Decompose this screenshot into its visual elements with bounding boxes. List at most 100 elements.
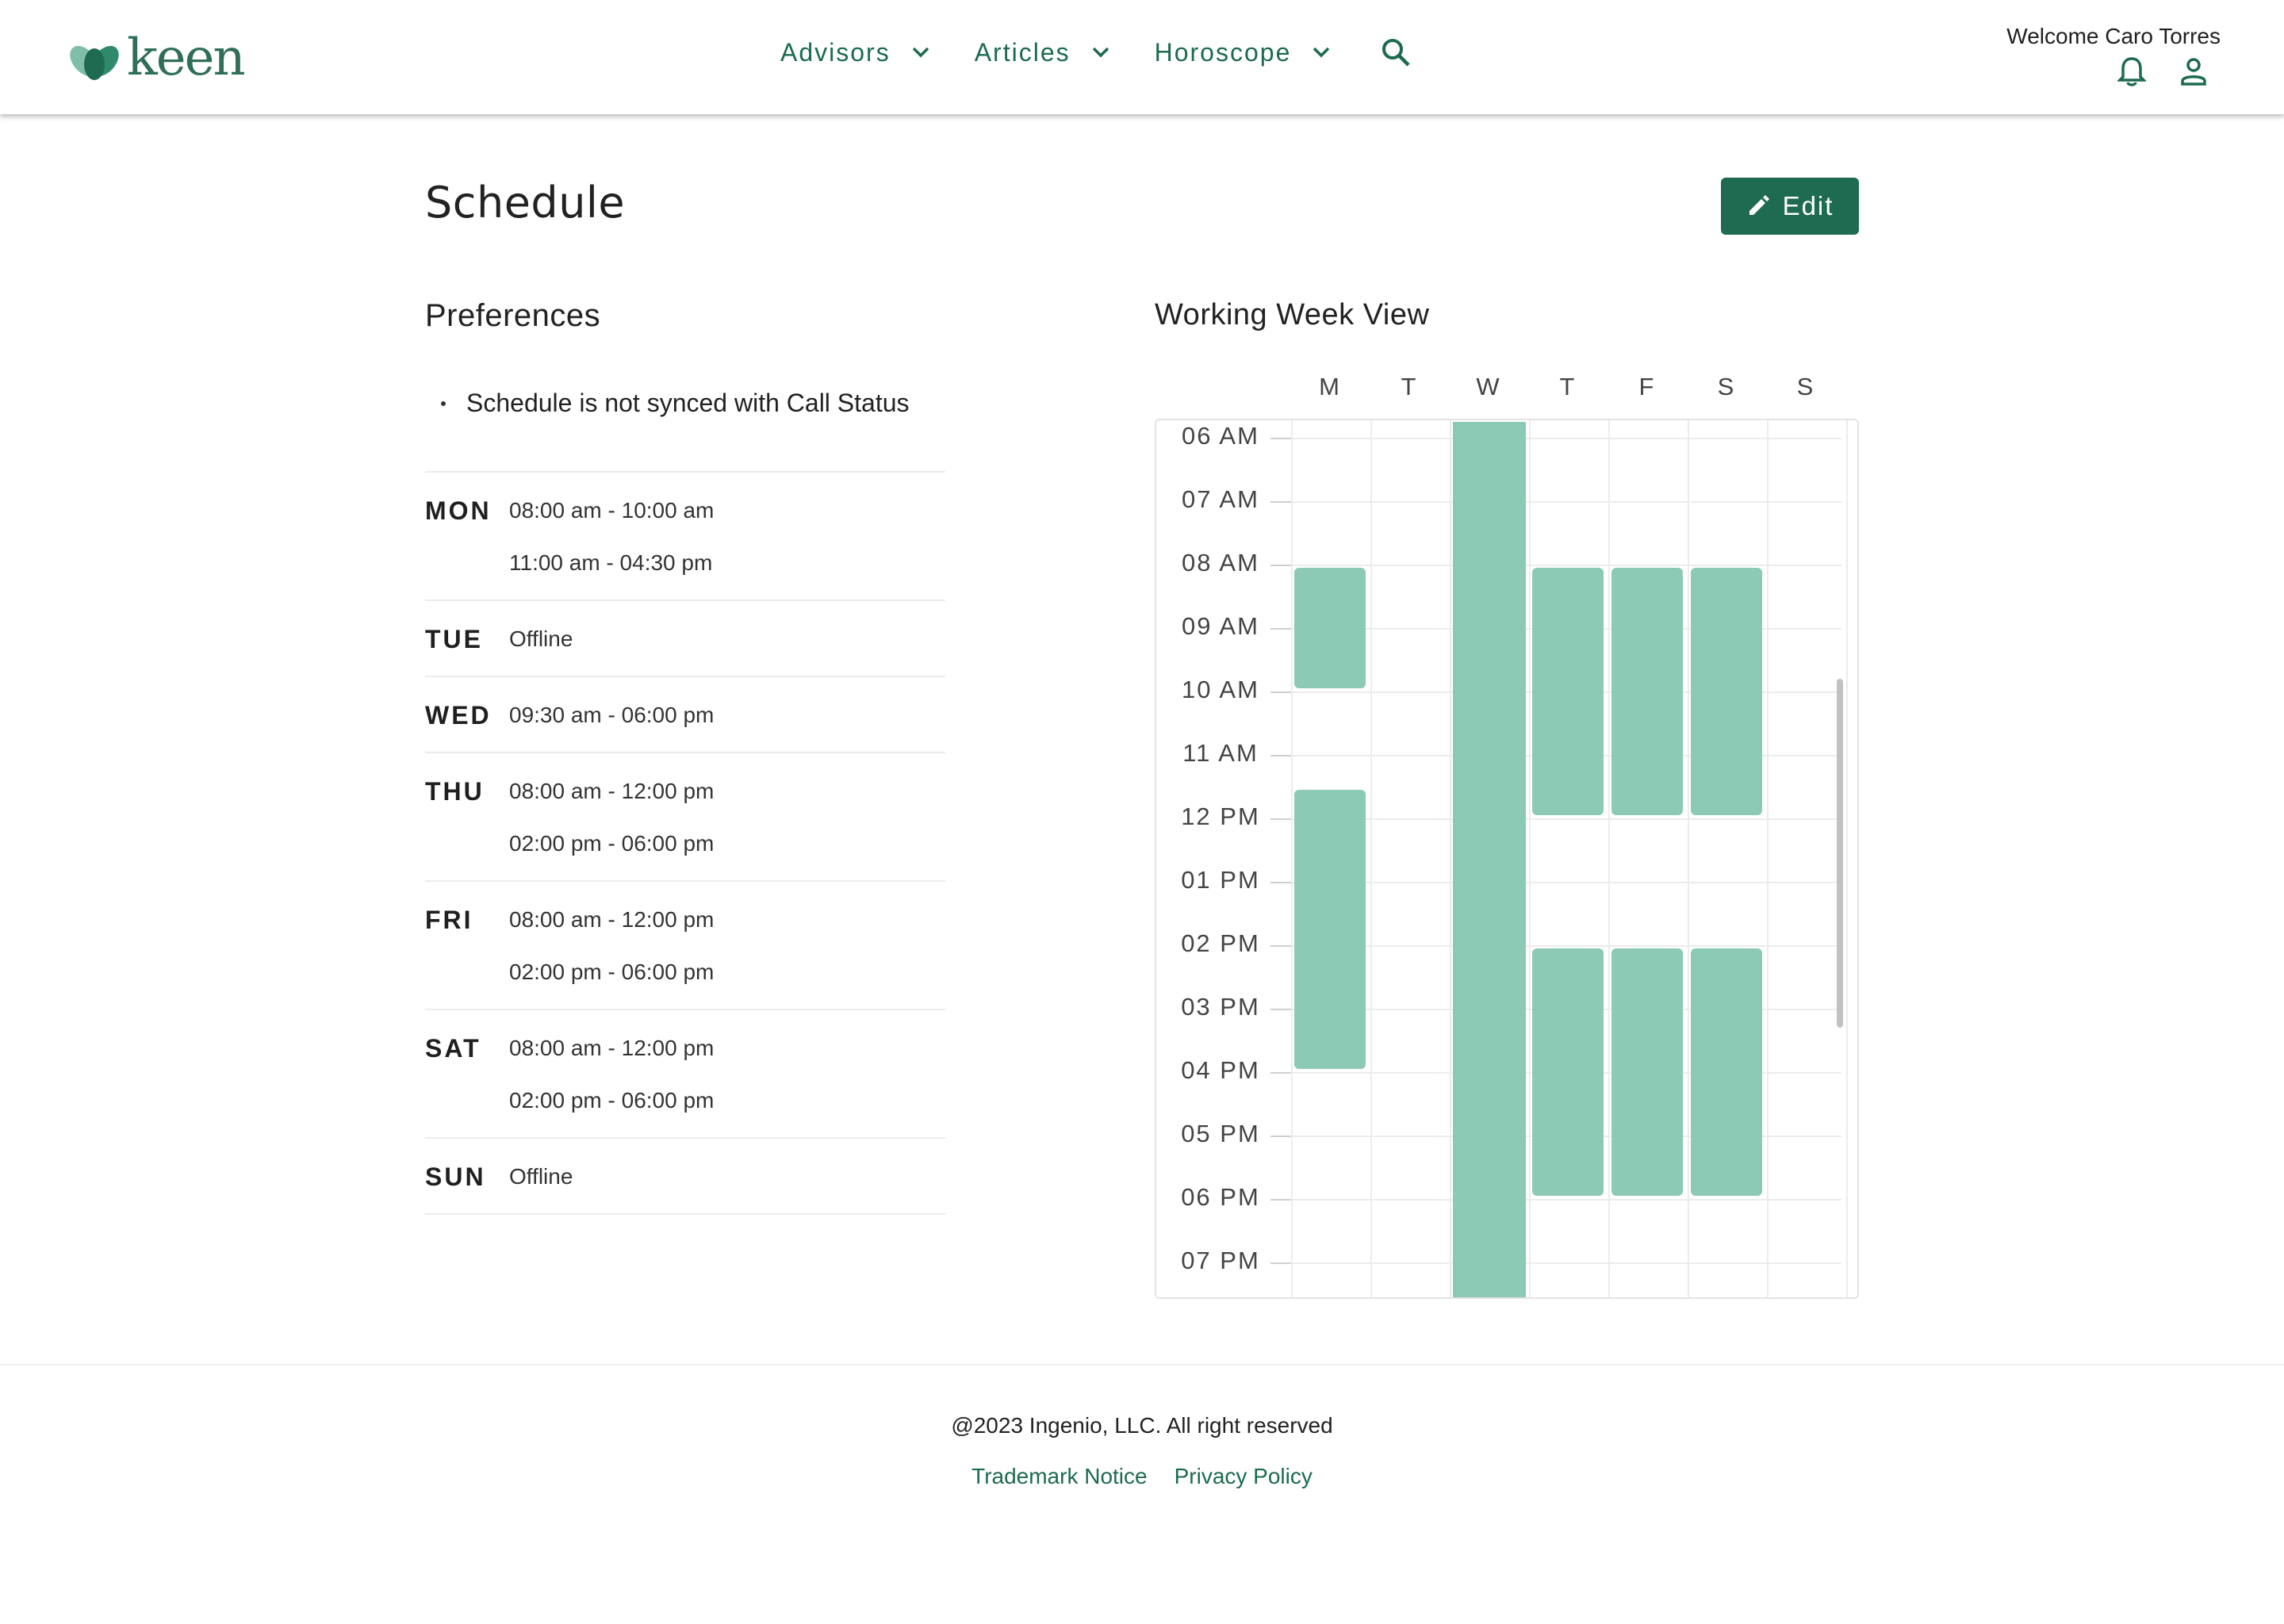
bullet — [441, 400, 446, 406]
time-range: 08:00 am - 10:00 am — [509, 498, 715, 523]
chevron-down-icon — [1091, 46, 1110, 59]
day-label: WED — [425, 701, 492, 730]
day-header: T — [1559, 373, 1575, 400]
availability-block[interactable] — [1611, 948, 1683, 1196]
nav-advisors[interactable]: Advisors — [780, 38, 930, 67]
chevron-down-icon — [911, 46, 930, 59]
time-range: Offline — [509, 626, 573, 651]
time-range: 08:00 am - 12:00 pm — [509, 1036, 715, 1060]
schedule-row-mon: MON 08:00 am - 10:00 am 11:00 am - 04:30… — [425, 471, 945, 599]
hour-label: 06 AM — [1182, 422, 1259, 450]
hour-label: 11 AM — [1182, 739, 1259, 767]
time-range: 11:00 am - 04:30 pm — [509, 550, 713, 575]
grid-column-line — [1291, 420, 1293, 1297]
grid-hour-line — [1291, 565, 1841, 566]
welcome-text: Welcome Caro Torres — [2006, 24, 2221, 48]
hour-label: 02 PM — [1181, 929, 1260, 957]
hour-label: 07 AM — [1182, 485, 1259, 513]
schedule-row-tue: TUE Offline — [425, 599, 945, 676]
grid-hour-line — [1291, 882, 1841, 883]
availability-block[interactable] — [1294, 568, 1366, 688]
hour-label: 03 PM — [1181, 993, 1260, 1021]
pencil-icon — [1746, 194, 1770, 218]
grid-column-line — [1767, 420, 1769, 1297]
hour-label: 07 PM — [1181, 1247, 1260, 1274]
preferences-heading: Preferences — [425, 298, 601, 333]
schedule-row-sun: SUN Offline — [425, 1137, 945, 1215]
hour-label: 09 AM — [1182, 612, 1259, 640]
bell-icon[interactable] — [2117, 56, 2146, 87]
time-range: 09:30 am - 06:00 pm — [509, 703, 715, 727]
time-range: Offline — [509, 1164, 573, 1189]
hour-label: 06 PM — [1181, 1183, 1260, 1211]
time-range: 02:00 pm - 06:00 pm — [509, 831, 715, 856]
nav-horoscope[interactable]: Horoscope — [1155, 38, 1332, 67]
edit-button-label: Edit — [1782, 191, 1834, 220]
grid-hour-line — [1291, 1199, 1841, 1201]
keen-logo[interactable]: keen — [67, 29, 246, 87]
grid-column-line — [1846, 420, 1848, 1297]
nav-advisors-label: Advisors — [780, 37, 891, 67]
privacy-policy-link[interactable]: Privacy Policy — [1175, 1464, 1313, 1489]
hour-label: 04 PM — [1181, 1056, 1260, 1084]
day-label: SUN — [425, 1162, 486, 1191]
top-header: keen Advisors Articles Horoscope Welcome… — [0, 0, 2284, 114]
main-nav: Advisors Articles Horoscope — [780, 36, 1412, 68]
hour-label: 05 PM — [1181, 1120, 1260, 1147]
schedule-row-wed: WED 09:30 am - 06:00 pm — [425, 676, 945, 752]
grid-column-line — [1450, 420, 1451, 1297]
header-icons — [2117, 56, 2208, 87]
page-title: Schedule — [425, 178, 626, 228]
day-header: S — [1717, 373, 1734, 400]
day-label: THU — [425, 777, 485, 806]
day-header: M — [1319, 373, 1339, 400]
grid-column-line — [1370, 420, 1372, 1297]
grid-hour-line — [1291, 818, 1841, 820]
edit-button[interactable]: Edit — [1721, 178, 1859, 235]
grid-column-line — [1688, 420, 1689, 1297]
copyright-text: @2023 Ingenio, LLC. All right reserved — [951, 1413, 1333, 1438]
nav-horoscope-label: Horoscope — [1154, 37, 1292, 67]
availability-block[interactable] — [1611, 568, 1683, 815]
logo-text: keen — [127, 29, 246, 87]
availability-block[interactable] — [1453, 422, 1526, 1297]
leaf-logo-icon — [70, 45, 119, 80]
sync-note: Schedule is not synced with Call Status — [441, 389, 910, 418]
user-icon[interactable] — [2179, 56, 2208, 86]
schedule-row-fri: FRI 08:00 am - 12:00 pm 02:00 pm - 06:00… — [425, 880, 945, 1009]
week-calendar[interactable]: 06 AM 07 AM 08 AM 09 AM 10 AM 11 AM 12 PM 01 PM… — [1155, 419, 1859, 1299]
availability-block[interactable] — [1691, 568, 1762, 815]
day-label: MON — [425, 496, 492, 525]
trademark-notice-link[interactable]: Trademark Notice — [971, 1464, 1147, 1489]
schedule-row-sat: SAT 08:00 am - 12:00 pm 02:00 pm - 06:00… — [425, 1009, 945, 1137]
time-range: 02:00 pm - 06:00 pm — [509, 1088, 715, 1113]
nav-articles-label: Articles — [974, 37, 1071, 67]
day-header: T — [1401, 373, 1416, 400]
hour-label: 12 PM — [1181, 802, 1260, 830]
time-range: 02:00 pm - 06:00 pm — [509, 959, 715, 984]
grid-column-line — [1608, 420, 1610, 1297]
nav-articles[interactable]: Articles — [975, 38, 1110, 67]
availability-block[interactable] — [1532, 948, 1604, 1196]
day-header: F — [1638, 373, 1654, 400]
schedule-row-thu: THU 08:00 am - 12:00 pm 02:00 pm - 06:00… — [425, 752, 945, 880]
footer-links: Trademark Notice Privacy Policy — [0, 1464, 2284, 1489]
day-label: TUE — [425, 625, 483, 653]
search-icon[interactable] — [1380, 36, 1412, 68]
day-header: W — [1476, 373, 1500, 400]
time-range: 08:00 am - 12:00 pm — [509, 779, 715, 803]
calendar-scrollbar[interactable] — [1837, 679, 1843, 1028]
schedule-list: MON 08:00 am - 10:00 am 11:00 am - 04:30… — [425, 471, 945, 1215]
hour-label: 08 AM — [1182, 549, 1259, 576]
day-label: SAT — [425, 1034, 481, 1063]
availability-block[interactable] — [1294, 790, 1366, 1069]
sync-note-text: Schedule is not synced with Call Status — [466, 389, 910, 417]
day-label: FRI — [425, 906, 473, 934]
week-view-heading: Working Week View — [1155, 298, 1430, 331]
hour-label: 10 AM — [1182, 676, 1259, 703]
availability-block[interactable] — [1691, 948, 1762, 1196]
footer-divider — [0, 1364, 2284, 1365]
grid-column-line — [1529, 420, 1531, 1297]
grid-hour-line — [1291, 1262, 1841, 1264]
availability-block[interactable] — [1532, 568, 1604, 815]
